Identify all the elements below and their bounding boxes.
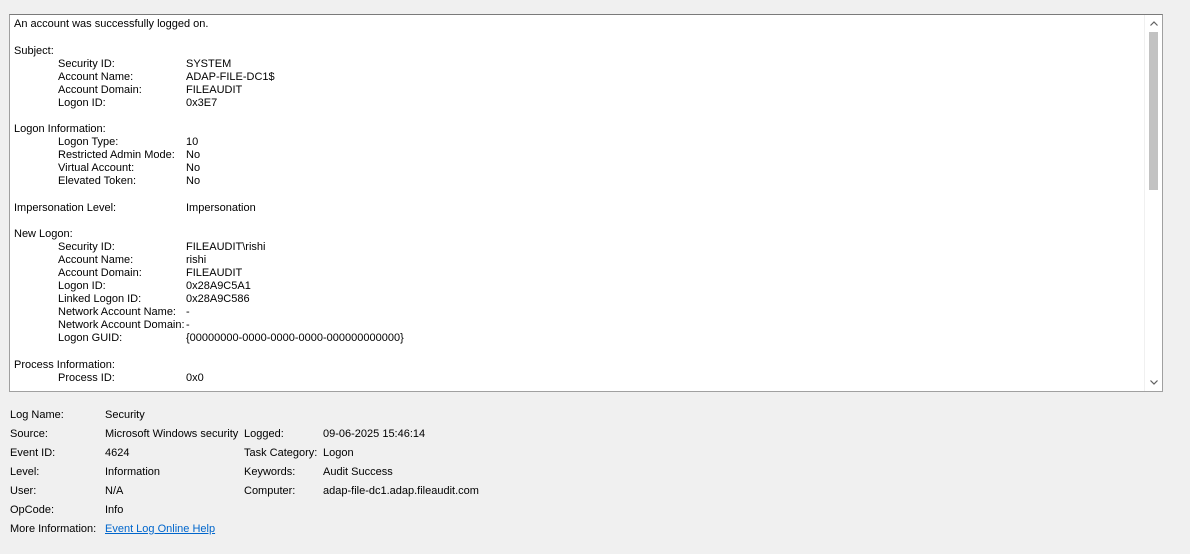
event-description-box[interactable]: An account was successfully logged on. S… — [9, 14, 1163, 392]
detail-key: Logon GUID: — [58, 332, 123, 344]
detail-value: FILEAUDIT — [186, 83, 243, 96]
section-title-process-information: Process Information: — [14, 358, 115, 371]
log-name-label: Log Name: — [10, 409, 64, 421]
keywords-value: Audit Success — [323, 466, 393, 478]
detail-row: Logon ID: 0x3E7 — [14, 97, 1140, 110]
logged-label: Logged: — [244, 428, 284, 440]
detail-value: FILEAUDIT — [186, 267, 243, 279]
log-name-value: Security — [105, 409, 145, 421]
user-value: N/A — [105, 485, 124, 497]
opcode-label: OpCode: — [10, 504, 55, 516]
detail-row: Security ID: SYSTEM — [14, 58, 1140, 71]
detail-key: Logon ID: — [58, 280, 106, 292]
detail-value: 0x0 — [186, 371, 204, 384]
section-title-subject: Subject: — [14, 44, 54, 57]
detail-row: Virtual Account: No — [14, 162, 1140, 175]
detail-row: Elevated Token: No — [14, 175, 1140, 188]
section-title-impersonation-level: Impersonation Level: Impersonation — [14, 201, 256, 214]
vertical-scrollbar[interactable] — [1144, 15, 1162, 391]
logged-value: 09-06-2025 15:46:14 — [323, 428, 426, 440]
detail-value: ADAP-FILE-DC1$ — [186, 70, 275, 83]
opcode-value: Info — [105, 504, 124, 516]
detail-key: Security ID: — [58, 57, 115, 70]
detail-key: Virtual Account: — [58, 162, 135, 174]
detail-row: Logon GUID: {00000000-0000-0000-0000-0000… — [14, 332, 1140, 345]
detail-key: Linked Logon ID: — [58, 293, 142, 305]
detail-value: SYSTEM — [186, 57, 232, 70]
detail-value: 0x28A9C5A1 — [186, 280, 251, 292]
detail-key: Account Domain: — [58, 83, 142, 96]
detail-value: No — [186, 149, 201, 161]
event-id-label: Event ID: — [10, 447, 56, 459]
detail-value: No — [186, 162, 201, 174]
event-description-text[interactable]: An account was successfully logged on. S… — [10, 15, 1144, 391]
level-label: Level: — [10, 466, 40, 478]
event-log-online-help-link[interactable]: Event Log Online Help — [105, 520, 215, 539]
impersonation-level-value: Impersonation — [186, 201, 256, 214]
section-title-new-logon: New Logon: — [14, 228, 73, 240]
section-title-logon-information: Logon Information: — [14, 123, 106, 135]
chevron-down-icon[interactable] — [1145, 374, 1162, 391]
detail-value: 10 — [186, 136, 199, 148]
detail-value: - — [186, 306, 190, 318]
detail-value: No — [186, 175, 201, 187]
detail-key: Restricted Admin Mode: — [58, 149, 175, 161]
detail-key: Logon ID: — [58, 96, 106, 109]
detail-row: Account Name: ADAP-FILE-DC1$ — [14, 71, 1140, 84]
task-category-label: Task Category: — [244, 447, 318, 459]
detail-key: Network Account Domain: — [58, 319, 185, 331]
description-header: An account was successfully logged on. — [14, 18, 209, 30]
detail-row: Logon ID: 0x28A9C5A1 — [14, 280, 1140, 293]
detail-key: Elevated Token: — [58, 175, 137, 187]
detail-row: Account Name: rishi — [14, 254, 1140, 267]
source-label: Source: — [10, 428, 48, 440]
event-id-value: 4624 — [105, 447, 130, 459]
detail-row: Logon Type: 10 — [14, 136, 1140, 149]
detail-value: rishi — [186, 254, 207, 266]
task-category-value: Logon — [323, 447, 354, 459]
more-information-label: More Information: — [10, 523, 97, 535]
detail-key: Account Domain: — [58, 267, 142, 279]
detail-key: Network Account Name: — [58, 306, 176, 318]
detail-key: Logon Type: — [58, 136, 119, 148]
detail-row: Security ID: FILEAUDIT\rishi — [14, 241, 1140, 254]
computer-value: adap-file-dc1.adap.fileaudit.com — [323, 485, 479, 497]
detail-row: Network Account Domain: - — [14, 319, 1140, 332]
level-value: Information — [105, 466, 161, 478]
detail-key: Account Name: — [58, 70, 134, 83]
user-label: User: — [10, 485, 37, 497]
detail-row: Linked Logon ID: 0x28A9C586 — [14, 293, 1140, 306]
detail-row: Process ID: 0x0 — [14, 372, 1140, 385]
keywords-label: Keywords: — [244, 466, 296, 478]
detail-row: Restricted Admin Mode: No — [14, 149, 1140, 162]
detail-value: - — [186, 319, 190, 331]
scrollbar-thumb[interactable] — [1149, 32, 1158, 190]
computer-label: Computer: — [244, 485, 296, 497]
detail-row: Account Domain: FILEAUDIT — [14, 84, 1140, 97]
chevron-up-icon[interactable] — [1145, 15, 1162, 32]
detail-key: Account Name: — [58, 254, 134, 266]
detail-row: Account Domain: FILEAUDIT — [14, 267, 1140, 280]
detail-value: {00000000-0000-0000-0000-000000000000} — [186, 332, 404, 344]
source-value: Microsoft Windows security — [105, 428, 239, 440]
detail-value: FILEAUDIT\rishi — [186, 241, 266, 253]
detail-row: Network Account Name: - — [14, 306, 1140, 319]
detail-key: Process ID: — [58, 371, 115, 384]
detail-value: 0x3E7 — [186, 96, 218, 109]
detail-value: 0x28A9C586 — [186, 293, 250, 305]
detail-key: Security ID: — [58, 241, 115, 253]
